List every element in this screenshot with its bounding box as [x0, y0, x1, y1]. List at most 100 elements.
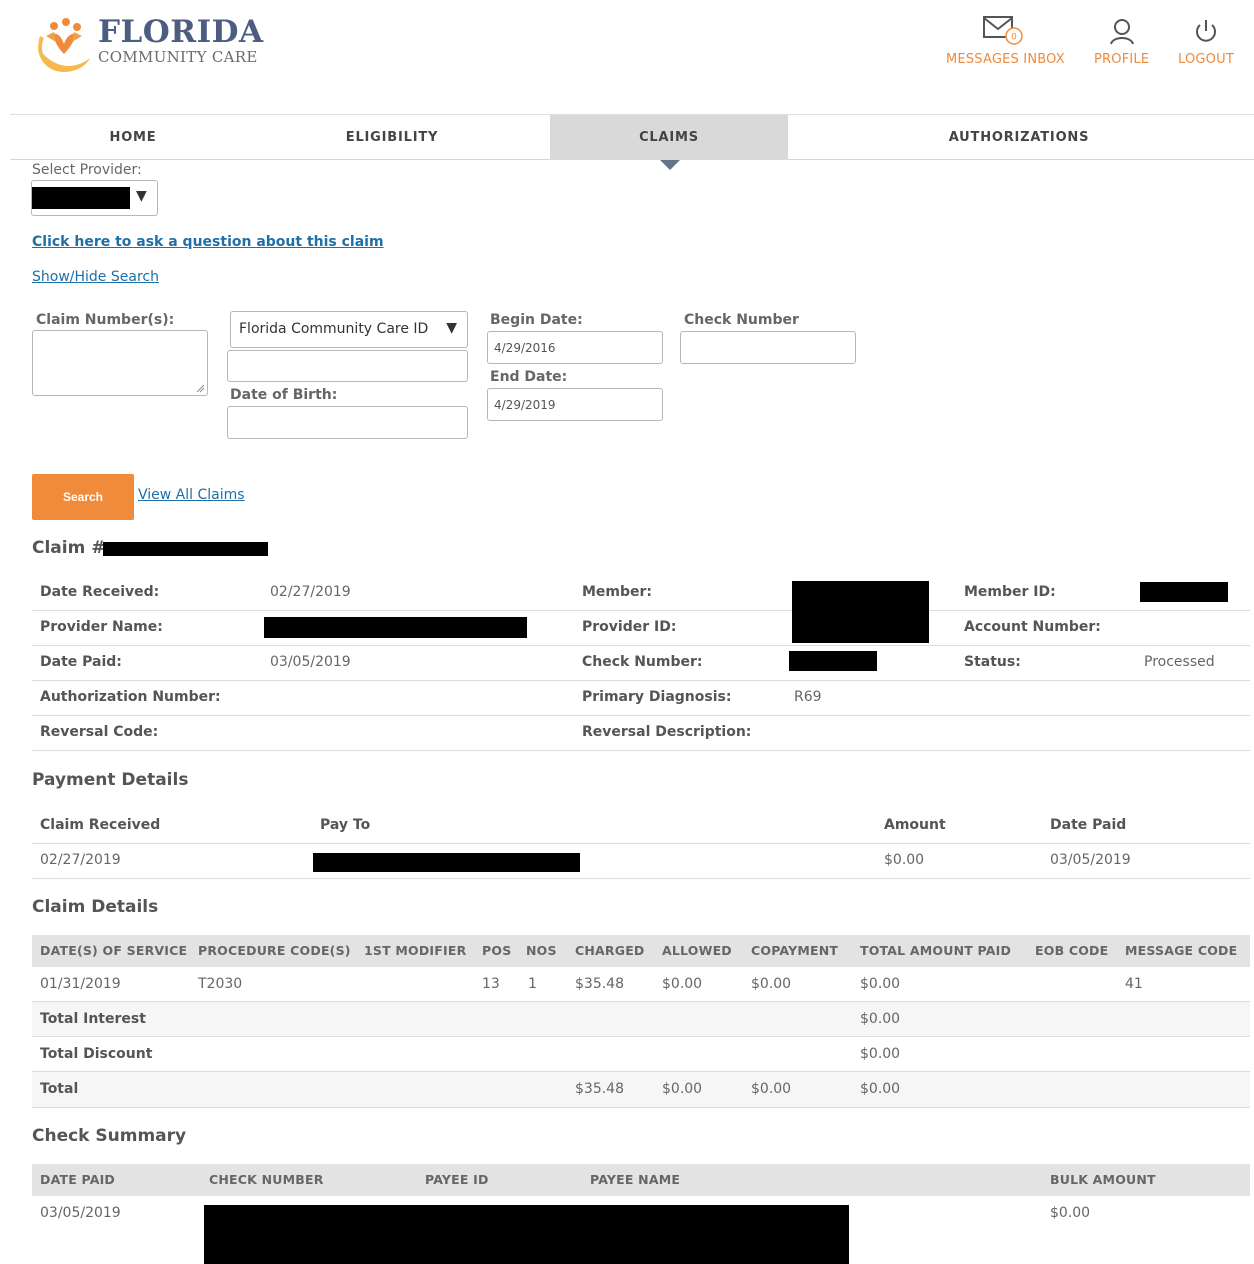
- claim-info-row: Authorization Number: Primary Diagnosis:…: [32, 681, 1250, 716]
- claim-received-value: 02/27/2019: [40, 852, 121, 868]
- claim-numbers-textarea[interactable]: [32, 330, 208, 396]
- primary-diagnosis-label: Primary Diagnosis:: [582, 689, 732, 705]
- profile-label: PROFILE: [1094, 52, 1150, 67]
- id-type-select[interactable]: Florida Community Care ID ▼: [230, 311, 468, 348]
- paid-value: $0.00: [860, 976, 901, 992]
- col-bulk-amount: BULK AMOUNT: [1050, 1172, 1156, 1187]
- logout-label: LOGOUT: [1178, 52, 1234, 67]
- col-dos: DATE(S) OF SERVICE: [40, 943, 188, 958]
- search-button[interactable]: Search: [32, 474, 134, 520]
- redacted-member: [792, 581, 929, 643]
- messages-count-badge: 0: [1012, 33, 1018, 43]
- select-provider-label: Select Provider:: [32, 162, 142, 178]
- redacted-check-payee: [204, 1205, 849, 1264]
- redacted-member-id: [1140, 582, 1228, 602]
- dob-label: Date of Birth:: [230, 387, 338, 403]
- tab-claims[interactable]: CLAIMS: [550, 115, 788, 160]
- check-number-label: Check Number: [684, 312, 799, 328]
- col-allowed: ALLOWED: [662, 943, 732, 958]
- ask-question-link[interactable]: Click here to ask a question about this …: [32, 234, 384, 250]
- logout-link[interactable]: LOGOUT: [1178, 16, 1234, 67]
- claim-info-row: Date Received: 02/27/2019 Member: Member…: [32, 576, 1250, 611]
- amount-value: $0.00: [884, 852, 925, 868]
- select-provider-dropdown[interactable]: ▼: [31, 180, 158, 216]
- id-type-selected-value: Florida Community Care ID: [239, 321, 429, 337]
- copay-value: $0.00: [751, 976, 792, 992]
- total-discount-label: Total Discount: [40, 1046, 153, 1062]
- claim-title-prefix: Claim #: [32, 538, 106, 558]
- date-of-birth-input[interactable]: [227, 406, 468, 439]
- col-pos: POS: [482, 943, 512, 958]
- check-number-info-label: Check Number:: [582, 654, 703, 670]
- mail-icon: 0: [946, 16, 1065, 46]
- logo-text-florida: FLORIDA: [98, 14, 264, 50]
- profile-link[interactable]: PROFILE: [1094, 16, 1149, 67]
- total-interest-label: Total Interest: [40, 1011, 146, 1027]
- col-charged: CHARGED: [575, 943, 645, 958]
- claim-info-row: Reversal Code: Reversal Description:: [32, 716, 1250, 751]
- power-icon: [1178, 16, 1234, 46]
- reversal-code-label: Reversal Code:: [40, 724, 159, 740]
- payment-details-header: Claim Received Pay To Amount Date Paid: [32, 808, 1250, 844]
- provider-id-label: Provider ID:: [582, 619, 677, 635]
- date-received-label: Date Received:: [40, 584, 160, 600]
- total-copay-value: $0.00: [751, 1081, 792, 1097]
- col-payee-id: PAYEE ID: [425, 1172, 489, 1187]
- check-summary-title: Check Summary: [32, 1126, 187, 1146]
- redacted-provider-name: [264, 617, 527, 638]
- primary-diagnosis-value: R69: [794, 689, 822, 705]
- table-row: Total Discount $0.00: [32, 1037, 1250, 1072]
- table-row: Total $35.48 $0.00 $0.00 $0.00: [32, 1072, 1250, 1108]
- procedure-value: T2030: [198, 976, 243, 992]
- redacted-claim-number: [103, 542, 268, 556]
- claim-details-header: DATE(S) OF SERVICE PROCEDURE CODE(S) 1ST…: [32, 935, 1250, 967]
- messages-inbox-label: MESSAGES INBOX: [946, 52, 1065, 67]
- claim-details-title: Claim Details: [32, 897, 159, 917]
- total-discount-value: $0.00: [860, 1046, 901, 1062]
- provider-name-label: Provider Name:: [40, 619, 163, 635]
- member-id-input[interactable]: [227, 350, 468, 382]
- main-nav: HOME ELIGIBILITY CLAIMS AUTHORIZATIONS: [10, 114, 1254, 160]
- message-code-value: 41: [1125, 976, 1143, 992]
- check-summary-header: DATE PAID CHECK NUMBER PAYEE ID PAYEE NA…: [32, 1164, 1250, 1196]
- date-paid-label: Date Paid:: [40, 654, 122, 670]
- col-message: MESSAGE CODE: [1125, 943, 1238, 958]
- show-hide-search-link[interactable]: Show/Hide Search: [32, 269, 159, 285]
- tab-eligibility[interactable]: ELIGIBILITY: [272, 115, 512, 160]
- table-row: Total Interest $0.00: [32, 1002, 1250, 1037]
- account-number-label: Account Number:: [964, 619, 1101, 635]
- end-date-value: 4/29/2019: [494, 398, 556, 412]
- check-number-input[interactable]: [680, 331, 856, 364]
- messages-inbox-link[interactable]: 0 MESSAGES INBOX: [946, 16, 1065, 67]
- tab-authorizations[interactable]: AUTHORIZATIONS: [910, 115, 1128, 160]
- payment-details-title: Payment Details: [32, 770, 189, 790]
- status-label: Status:: [964, 654, 1021, 670]
- charged-value: $35.48: [575, 976, 624, 992]
- begin-date-input[interactable]: 4/29/2016: [487, 331, 663, 364]
- pos-value: 13: [482, 976, 500, 992]
- bulk-amount-value: $0.00: [1050, 1205, 1091, 1221]
- col-check-number: CHECK NUMBER: [209, 1172, 324, 1187]
- col-claim-received: Claim Received: [40, 817, 161, 833]
- status-value: Processed: [1144, 654, 1215, 670]
- tab-home[interactable]: HOME: [10, 115, 256, 160]
- user-icon: [1094, 16, 1149, 46]
- claim-title: Claim #: [32, 538, 105, 558]
- total-paid-value: $0.00: [860, 1081, 901, 1097]
- view-all-claims-link[interactable]: View All Claims: [138, 487, 245, 503]
- allowed-value: $0.00: [662, 976, 703, 992]
- total-allowed-value: $0.00: [662, 1081, 703, 1097]
- chevron-down-icon: ▼: [136, 188, 147, 204]
- begin-date-label: Begin Date:: [490, 312, 583, 328]
- claim-numbers-label: Claim Number(s):: [36, 312, 175, 328]
- begin-date-value: 4/29/2016: [494, 341, 556, 355]
- redacted-pay-to: [313, 853, 580, 872]
- end-date-input[interactable]: 4/29/2019: [487, 388, 663, 421]
- date-paid-value: 03/05/2019: [270, 654, 351, 670]
- authorization-number-label: Authorization Number:: [40, 689, 221, 705]
- total-charged-value: $35.48: [575, 1081, 624, 1097]
- florida-community-care-logo[interactable]: FLORIDA COMMUNITY CARE: [32, 12, 272, 74]
- claim-info-row: Provider Name: Provider ID: Account Numb…: [32, 611, 1250, 646]
- chevron-down-icon: ▼: [446, 320, 457, 336]
- end-date-label: End Date:: [490, 369, 568, 385]
